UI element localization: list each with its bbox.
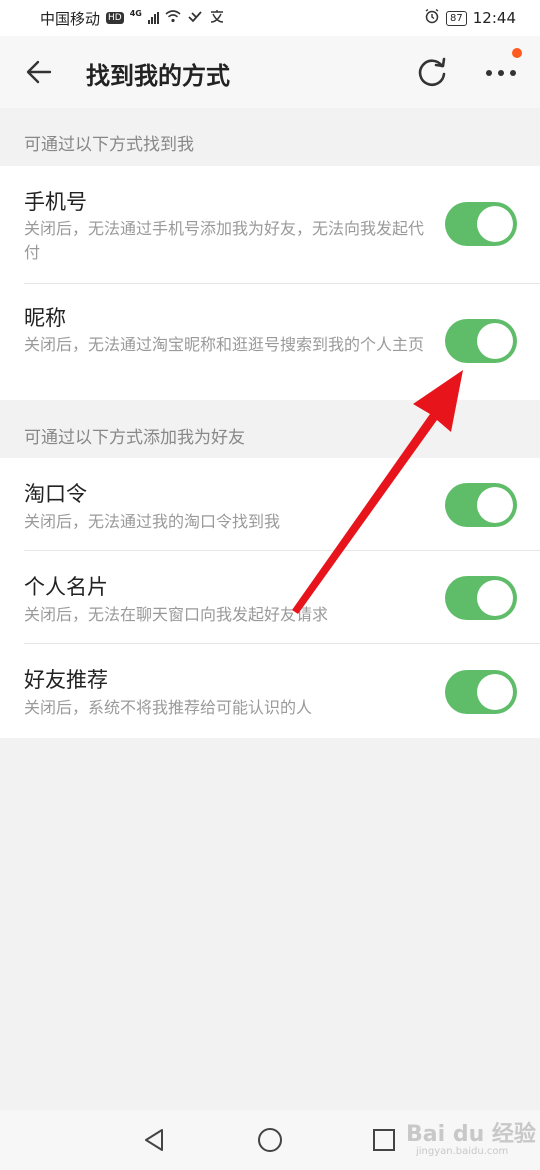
more-button[interactable]: [482, 48, 526, 90]
wifi-icon: [165, 9, 181, 27]
page-title: 找到我的方式: [86, 62, 230, 90]
setting-description: 关闭后，无法在聊天窗口向我发起好友请求: [24, 605, 329, 624]
toggle-knob: [477, 674, 513, 710]
clock: 12:44: [472, 9, 516, 27]
friend-recommend-toggle[interactable]: [445, 670, 517, 714]
square-recents-icon: [373, 1129, 395, 1151]
business-card-toggle[interactable]: [445, 576, 517, 620]
status-left: 中国移动 HD 4G: [40, 8, 225, 29]
toggle-knob: [477, 323, 513, 359]
hd-badge: HD: [106, 12, 124, 24]
watermark-url: jingyan.baidu.com: [416, 1146, 509, 1157]
nav-recents-button[interactable]: [373, 1129, 395, 1151]
setting-title: 个人名片: [24, 575, 108, 599]
arrow-left-icon: [26, 60, 52, 84]
back-button[interactable]: [24, 58, 56, 86]
toggle-knob: [477, 487, 513, 523]
app-bar: 找到我的方式: [0, 36, 540, 108]
toggle-knob: [477, 580, 513, 616]
setting-row-nickname: 昵称 关闭后，无法通过淘宝昵称和逛逛号搜索到我的个人主页: [0, 284, 540, 400]
refresh-icon: [418, 57, 446, 87]
more-dots-icon: [486, 70, 516, 76]
section-header-find-me: 可通过以下方式找到我: [24, 135, 194, 155]
battery-icon: 87: [446, 10, 467, 26]
setting-row-phone: 手机号 关闭后，无法通过手机号添加我为好友，无法向我发起代付: [0, 166, 540, 283]
refresh-button[interactable]: [412, 54, 452, 90]
section-header-add-friend: 可通过以下方式添加我为好友: [24, 428, 245, 448]
taokouling-toggle[interactable]: [445, 483, 517, 527]
setting-row-friend-recommend: 好友推荐 关闭后，系统不将我推荐给可能认识的人: [0, 644, 540, 738]
network-type: 4G: [129, 8, 142, 18]
nav-back-button[interactable]: [142, 1127, 168, 1153]
triangle-back-icon: [145, 1129, 163, 1151]
link-icon: [187, 10, 203, 27]
status-right: 87 12:44: [424, 8, 516, 28]
notification-dot: [512, 48, 522, 58]
setting-row-business-card: 个人名片 关闭后，无法在聊天窗口向我发起好友请求: [0, 551, 540, 643]
setting-title: 昵称: [24, 306, 66, 330]
carrier-name: 中国移动: [40, 9, 101, 28]
setting-description: 关闭后，无法通过我的淘口令找到我: [24, 512, 281, 531]
setting-description: 关闭后，无法通过淘宝昵称和逛逛号搜索到我的个人主页: [24, 335, 425, 354]
phone-toggle[interactable]: [445, 202, 517, 246]
circle-home-icon: [258, 1128, 282, 1152]
nav-home-button[interactable]: [257, 1127, 283, 1153]
setting-description: 关闭后，系统不将我推荐给可能认识的人: [24, 698, 313, 717]
setting-title: 好友推荐: [24, 668, 108, 692]
setting-row-taokouling: 淘口令 关闭后，无法通过我的淘口令找到我: [0, 458, 540, 550]
settings-group-find-me: 手机号 关闭后，无法通过手机号添加我为好友，无法向我发起代付 昵称 关闭后，无法…: [0, 166, 540, 400]
toggle-knob: [477, 206, 513, 242]
watermark-brand: Bai du 经验: [406, 1122, 536, 1147]
status-bar: 中国移动 HD 4G 87 12:44: [0, 0, 540, 36]
signal-icon: [147, 12, 159, 24]
settings-group-add-friend: 淘口令 关闭后，无法通过我的淘口令找到我 个人名片 关闭后，无法在聊天窗口向我发…: [0, 458, 540, 738]
app-notification-icon: [209, 9, 225, 27]
setting-title: 手机号: [24, 190, 87, 214]
setting-title: 淘口令: [24, 482, 87, 506]
alarm-icon: [424, 8, 440, 28]
setting-description: 关闭后，无法通过手机号添加我为好友，无法向我发起代付: [24, 219, 425, 262]
nickname-toggle[interactable]: [445, 319, 517, 363]
